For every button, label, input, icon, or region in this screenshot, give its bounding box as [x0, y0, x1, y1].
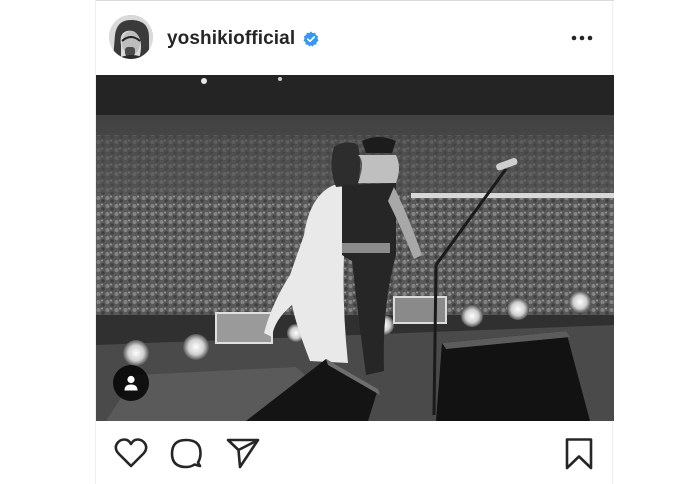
user-tag-icon: [124, 375, 138, 391]
paper-plane-icon: [226, 438, 260, 469]
username[interactable]: yoshikiofficial: [167, 28, 295, 50]
more-options-button[interactable]: [570, 26, 594, 50]
like-button[interactable]: [114, 437, 148, 469]
more-options-icon: [571, 35, 593, 41]
avatar-image: [109, 15, 153, 59]
save-button[interactable]: [564, 437, 594, 471]
comment-icon: [170, 438, 202, 469]
action-bar: [96, 421, 614, 484]
instagram-post-card: yoshikiofficial: [95, 0, 614, 484]
avatar[interactable]: [109, 15, 153, 59]
post-header: yoshikiofficial: [96, 0, 614, 75]
verified-badge-icon: [303, 31, 319, 47]
comment-button[interactable]: [170, 437, 202, 469]
share-button[interactable]: [226, 437, 260, 469]
post-photo[interactable]: [96, 75, 614, 421]
concert-photo: [96, 75, 614, 421]
bookmark-icon: [565, 438, 593, 470]
username-row: yoshikiofficial: [167, 26, 319, 52]
heart-icon: [114, 438, 148, 468]
user-tag-button[interactable]: [113, 365, 149, 401]
